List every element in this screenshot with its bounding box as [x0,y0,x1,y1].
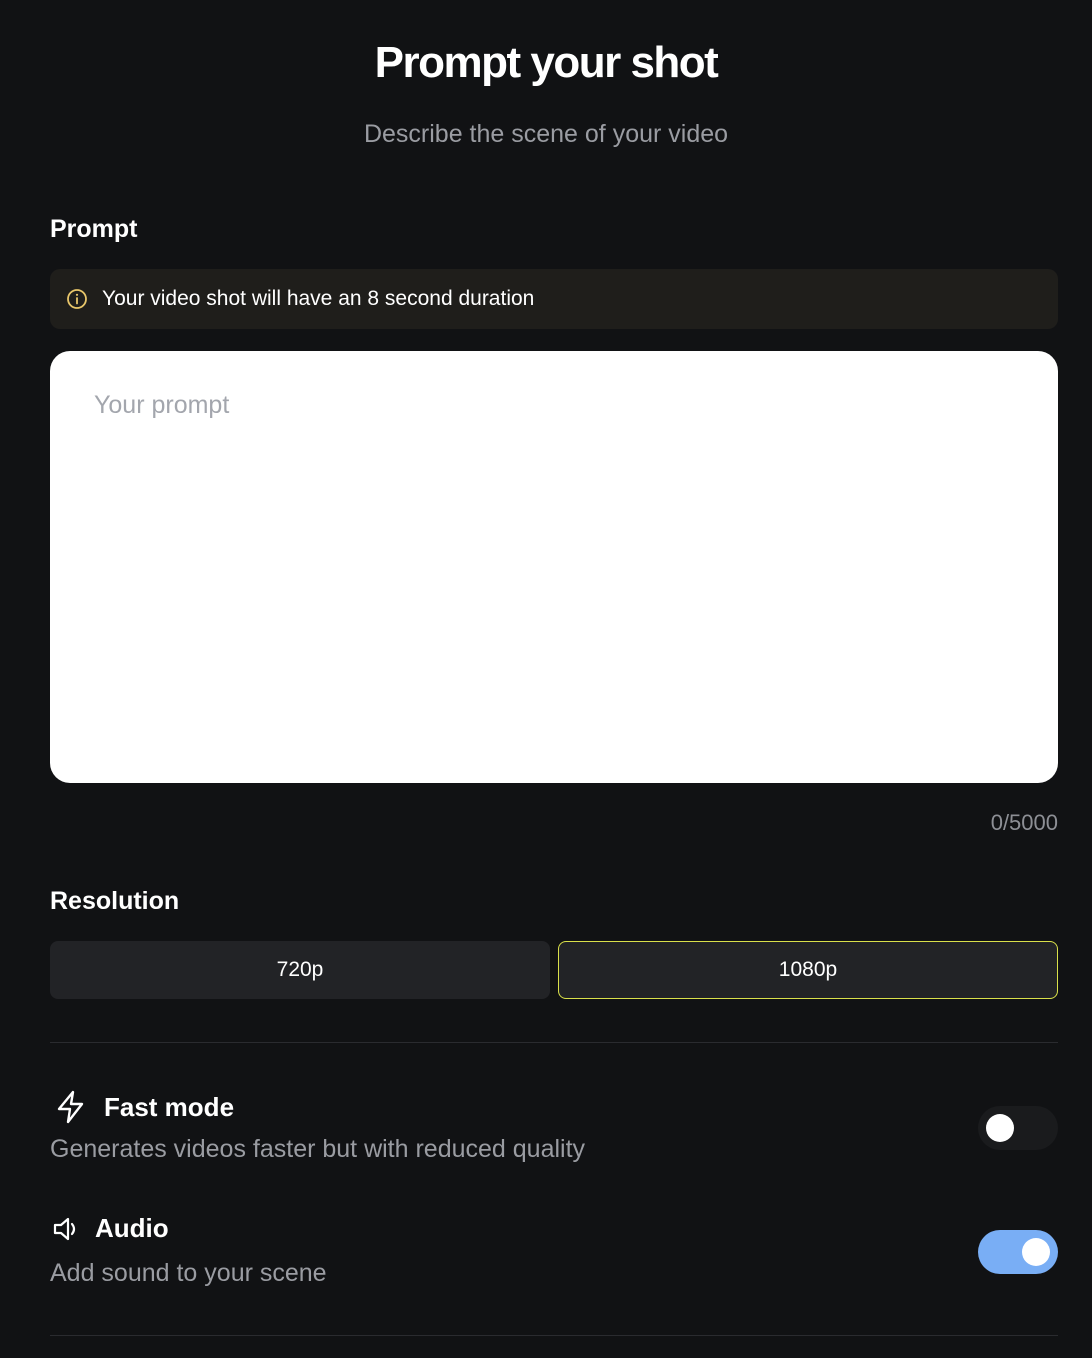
resolution-720p-button[interactable]: 720p [50,941,550,999]
resolution-1080p-button[interactable]: 1080p [558,941,1058,999]
prompt-input[interactable] [94,391,1014,743]
resolution-720p-label: 720p [276,958,324,981]
section-divider [50,1335,1058,1336]
audio-title: Audio [95,1213,169,1243]
fast-mode-title: Fast mode [104,1091,235,1122]
audio-title-row: Audio [50,1213,169,1244]
lightning-bolt-icon [54,1089,88,1125]
duration-info-text: Your video shot will have an 8 second du… [102,287,535,310]
duration-info-banner: Your video shot will have an 8 second du… [50,269,1058,329]
page-title: Prompt your shot [374,38,719,87]
prompt-input-container [50,351,1058,783]
toggle-knob [1022,1238,1050,1266]
audio-description: Add sound to your scene [50,1259,327,1287]
fast-mode-toggle[interactable] [978,1106,1058,1150]
fast-mode-title-row: Fast mode [50,1089,234,1125]
audio-toggle[interactable] [978,1230,1058,1274]
section-divider [50,1042,1058,1043]
page-subtitle: Describe the scene of your video [363,120,729,148]
prompt-shot-page: Prompt your shot Describe the scene of y… [0,0,1092,1358]
resolution-1080p-label: 1080p [778,958,838,981]
fast-mode-description: Generates videos faster but with reduced… [50,1135,586,1163]
toggle-knob [986,1114,1014,1142]
info-circle-icon [66,288,88,310]
resolution-section-label: Resolution [50,887,180,915]
char-counter: 0/5000 [990,810,1058,835]
prompt-section-label: Prompt [50,215,138,243]
speaker-icon [52,1214,80,1244]
